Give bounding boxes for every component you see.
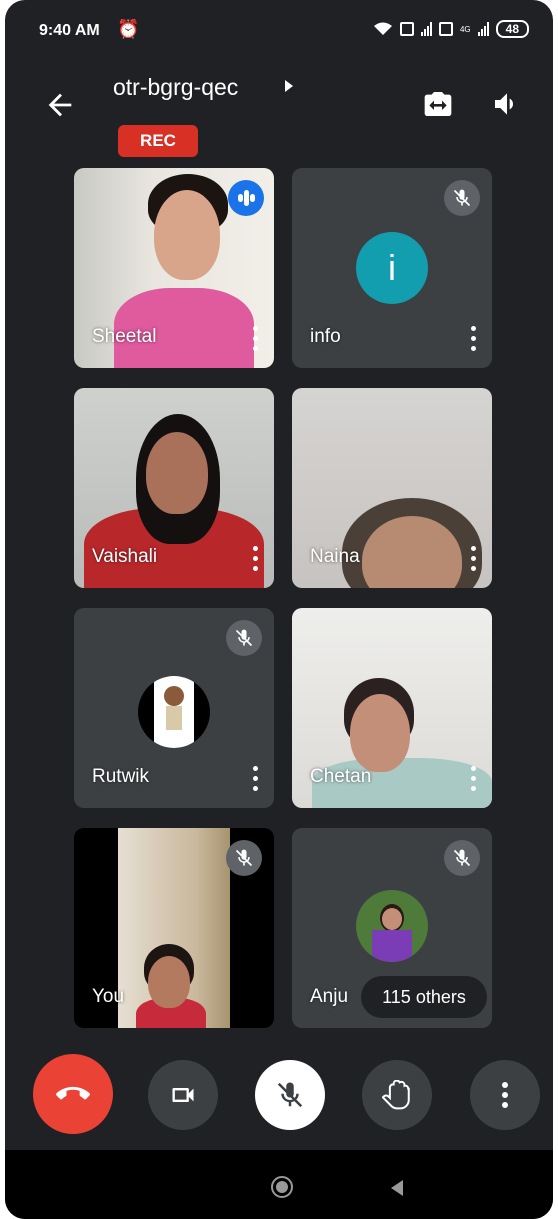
participant-tile-naina[interactable]: Naina [292,388,492,588]
person-shape [350,694,410,772]
avatar [138,676,210,748]
meeting-details-arrow-icon[interactable] [285,80,293,92]
home-button[interactable] [271,1176,293,1198]
avatar [356,890,428,962]
mic-off-icon [444,840,480,876]
person-shape [146,432,208,514]
participant-name: info [310,326,341,347]
camera-button[interactable] [148,1060,218,1130]
network-type: 4G [459,24,471,34]
battery-icon: 48 [495,20,529,38]
participant-tile-rutwik[interactable]: Rutwik [74,608,274,808]
speaker-icon[interactable] [491,88,523,120]
system-back-button[interactable] [391,1180,403,1196]
person-shape [154,190,220,280]
alarm-icon: ⏰ [117,19,140,39]
participant-name: Sheetal [92,326,157,347]
meeting-code[interactable]: otr-bgrg-qec [113,74,238,101]
participant-name: Chetan [310,766,372,787]
participant-name: Naina [310,546,360,567]
microphone-button[interactable] [255,1060,325,1130]
raise-hand-icon [382,1080,410,1110]
system-navigation-bar [5,1150,553,1219]
phone-screen: 9:40 AM ⏰ 4G 48 otr-bgrg-qec REC Sheetal [5,0,553,1219]
participant-tile-vaishali[interactable]: Vaishali [74,388,274,588]
mic-off-icon [444,180,480,216]
more-options-icon[interactable] [253,766,258,792]
participant-name: Vaishali [92,546,158,567]
status-time: 9:40 AM [39,22,100,39]
mic-off-icon [226,840,262,876]
participant-tile-sheetal[interactable]: Sheetal [74,168,274,368]
person-shape [148,956,190,1008]
wifi-icon [373,22,392,35]
volte-icon-2 [438,22,453,36]
end-call-button[interactable] [33,1054,113,1134]
participant-tile-chetan[interactable]: Chetan [292,608,492,808]
recording-badge: REC [118,125,198,157]
more-options-icon[interactable] [253,326,258,352]
avatar: i [356,232,428,304]
end-call-icon [56,1086,90,1100]
participant-name: You [92,986,125,1007]
more-options-icon[interactable] [471,766,476,792]
mic-off-icon [226,620,262,656]
more-options-icon[interactable] [253,546,258,572]
more-options-icon[interactable] [471,326,476,352]
raise-hand-button[interactable] [362,1060,432,1130]
mic-off-icon [277,1082,303,1108]
others-count-chip[interactable]: 115 others [361,976,487,1018]
signal-icon-2 [477,22,489,36]
more-options-button[interactable] [470,1060,540,1130]
signal-icon [420,22,432,36]
status-icons: 4G 48 [373,20,529,38]
back-arrow-icon[interactable] [43,88,77,122]
status-bar: 9:40 AM ⏰ 4G 48 [5,0,553,66]
participant-tile-you[interactable]: You [74,828,274,1028]
more-options-icon[interactable] [471,546,476,572]
volte-icon [399,22,414,36]
camera-icon [172,1088,194,1102]
participant-name: Rutwik [92,766,150,787]
participant-tile-info[interactable]: i info [292,168,492,368]
participant-name: Anju [310,986,349,1007]
speaking-indicator-icon [228,180,264,216]
switch-camera-icon[interactable] [422,88,454,120]
more-options-icon [502,1082,508,1108]
